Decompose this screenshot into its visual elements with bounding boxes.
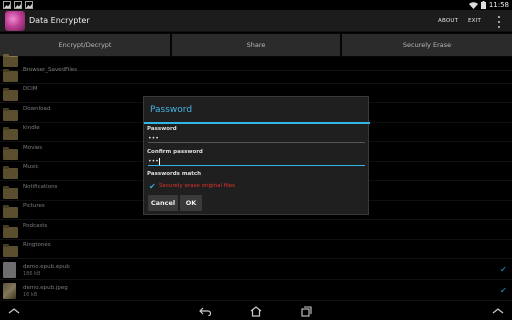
about-button[interactable]: ABOUT bbox=[438, 18, 458, 24]
recent-apps-icon[interactable] bbox=[298, 304, 314, 318]
password-label: Password bbox=[147, 126, 177, 132]
navigation-bar bbox=[0, 302, 512, 320]
status-bar: 11:58 bbox=[0, 0, 512, 10]
cancel-button[interactable]: Cancel bbox=[148, 195, 178, 211]
confirm-password-value: ••• bbox=[148, 158, 159, 165]
home-icon[interactable] bbox=[248, 304, 264, 318]
system-icons: 11:58 bbox=[468, 0, 509, 10]
dialog-title: Password bbox=[150, 105, 193, 115]
passwords-match-status: Passwords match bbox=[147, 171, 202, 177]
secure-erase-label[interactable]: Securely erase original files bbox=[159, 183, 235, 189]
confirm-password-label: Confirm password bbox=[147, 149, 203, 155]
battery-icon bbox=[480, 1, 486, 9]
confirm-password-field[interactable]: ••• bbox=[148, 157, 365, 166]
clock: 11:58 bbox=[488, 1, 509, 9]
ok-button[interactable]: OK bbox=[180, 195, 202, 211]
image-icon bbox=[3, 1, 11, 9]
notification-icons bbox=[3, 1, 33, 9]
overflow-menu-icon[interactable] bbox=[497, 16, 501, 28]
dialog-title-divider bbox=[144, 122, 370, 124]
image-icon bbox=[25, 1, 33, 9]
wifi-icon bbox=[468, 1, 478, 9]
up-chevron-icon[interactable] bbox=[6, 304, 22, 318]
exit-button[interactable]: EXIT bbox=[468, 18, 481, 24]
up-chevron-icon[interactable] bbox=[490, 304, 506, 318]
app-title: Data Encrypter bbox=[29, 16, 90, 25]
back-icon[interactable] bbox=[197, 304, 213, 318]
action-bar: Data Encrypter ABOUT EXIT bbox=[0, 10, 512, 32]
password-field[interactable]: ••• bbox=[148, 134, 365, 143]
secure-erase-checkbox[interactable]: ✔ bbox=[149, 183, 157, 191]
password-dialog: Password Password ••• Confirm password •… bbox=[143, 96, 370, 215]
text-caret bbox=[158, 158, 160, 165]
app-logo-icon[interactable] bbox=[5, 11, 25, 31]
image-icon bbox=[14, 1, 22, 9]
